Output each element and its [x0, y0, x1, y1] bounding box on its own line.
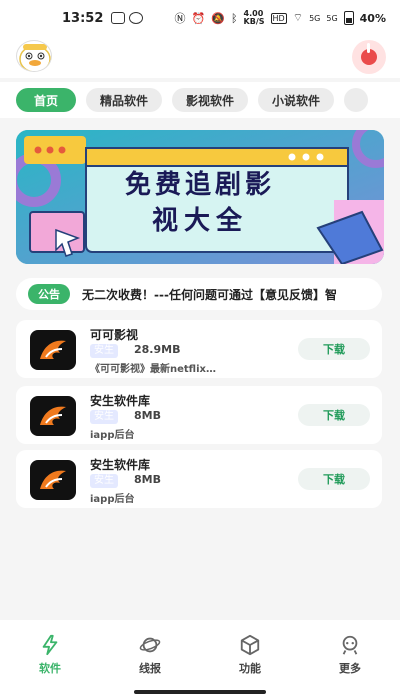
- app-description: 《可可影视》最新netflix…: [90, 364, 216, 375]
- cube-icon: [240, 634, 260, 656]
- planet-icon: [139, 637, 161, 653]
- app-description: iapp后台: [90, 494, 135, 505]
- promo-banner[interactable]: 免费追剧影 视大全: [16, 130, 384, 264]
- nfc-icon: Ⓝ: [174, 12, 186, 25]
- status-notification-icons: [111, 12, 144, 24]
- category-tabs: 首页 精品软件 影视软件 小说软件: [0, 82, 400, 118]
- music-button[interactable]: [352, 40, 386, 74]
- app-logo-icon: [30, 396, 76, 436]
- avatar[interactable]: [16, 40, 52, 72]
- app-name: 安生软件库: [90, 458, 151, 472]
- download-button[interactable]: 下载: [298, 404, 370, 426]
- status-time: 13:52: [62, 10, 104, 26]
- top-bar: [0, 36, 400, 78]
- app-tag: 安生: [90, 474, 118, 488]
- nav-label: 软件: [39, 662, 61, 675]
- alarm-icon: ⏰: [191, 11, 206, 25]
- app-name: 安生软件库: [90, 394, 151, 408]
- app-card[interactable]: 可可影视 安生 28.9MB 《可可影视》最新netflix… 下载: [16, 320, 382, 378]
- download-button[interactable]: 下载: [298, 338, 370, 360]
- status-bar: 13:52 Ⓝ ⏰ 🔕 ᛒ 4.00 KB/S HD ⌔ 5G 5G 40%: [0, 0, 400, 36]
- flame-logo-icon: [40, 470, 66, 489]
- notice-bar[interactable]: 公告 无二次收费！---任何问题可通过【意见反馈】智: [16, 278, 382, 310]
- app-card[interactable]: 安生软件库 安生 8MB iapp后台 下载: [16, 450, 382, 508]
- notification-icon: [111, 12, 126, 24]
- tab-home[interactable]: 首页: [16, 88, 77, 112]
- signal-1: 5G: [309, 13, 321, 23]
- settings-icon: [129, 12, 144, 24]
- notice-badge: 公告: [28, 284, 70, 304]
- tab-premium-software[interactable]: 精品软件: [86, 88, 163, 112]
- bottom-navigation: 软件 线报 功能 更多: [0, 620, 400, 700]
- signal-2: 5G: [326, 13, 338, 23]
- app-size: 28.9MB: [134, 343, 181, 356]
- network-speed: 4.00 KB/S: [244, 10, 265, 26]
- app-tag: 安生: [90, 410, 118, 424]
- speed-unit: KB/S: [243, 17, 265, 26]
- app-name: 可可影视: [90, 328, 139, 342]
- app-tag: 安生: [90, 344, 118, 358]
- nav-label: 功能: [239, 662, 261, 675]
- app-card[interactable]: 安生软件库 安生 8MB iapp后台 下载: [16, 386, 382, 444]
- battery-icon: [343, 11, 354, 25]
- home-indicator: [134, 690, 266, 694]
- nav-label: 更多: [339, 662, 361, 675]
- duck-avatar-icon: [19, 44, 51, 71]
- tab-novel-software[interactable]: 小说软件: [258, 88, 335, 112]
- nav-label: 线报: [139, 662, 161, 675]
- battery-percent: 40%: [359, 11, 386, 25]
- app-size: 8MB: [134, 473, 161, 486]
- tab-video-software[interactable]: 影视软件: [172, 88, 249, 112]
- flame-logo-icon: [40, 406, 66, 425]
- bluetooth-icon: ᛒ: [230, 11, 238, 25]
- robot-icon: [342, 635, 358, 655]
- hd-badge: HD: [270, 12, 287, 24]
- mute-icon: 🔕: [211, 11, 225, 25]
- app-logo-icon: [30, 330, 76, 370]
- lightning-icon: [42, 634, 58, 656]
- banner-title-line1: 免费追剧影: [124, 170, 275, 200]
- nav-more[interactable]: 更多: [310, 634, 390, 700]
- wifi-icon: ⌔: [292, 11, 304, 24]
- music-note-icon: [361, 43, 377, 65]
- banner-title-line2: 视大全: [151, 206, 248, 236]
- download-button[interactable]: 下载: [298, 468, 370, 490]
- nav-software[interactable]: 软件: [10, 634, 90, 700]
- tab-more-partial[interactable]: [344, 88, 369, 112]
- flame-logo-icon: [40, 340, 66, 359]
- app-description: iapp后台: [90, 430, 135, 441]
- app-size: 8MB: [134, 409, 161, 422]
- status-right: Ⓝ ⏰ 🔕 ᛒ 4.00 KB/S HD ⌔ 5G 5G 40%: [175, 10, 386, 26]
- app-logo-icon: [30, 460, 76, 500]
- notice-text: 无二次收费！---任何问题可通过【意见反馈】智: [82, 287, 337, 302]
